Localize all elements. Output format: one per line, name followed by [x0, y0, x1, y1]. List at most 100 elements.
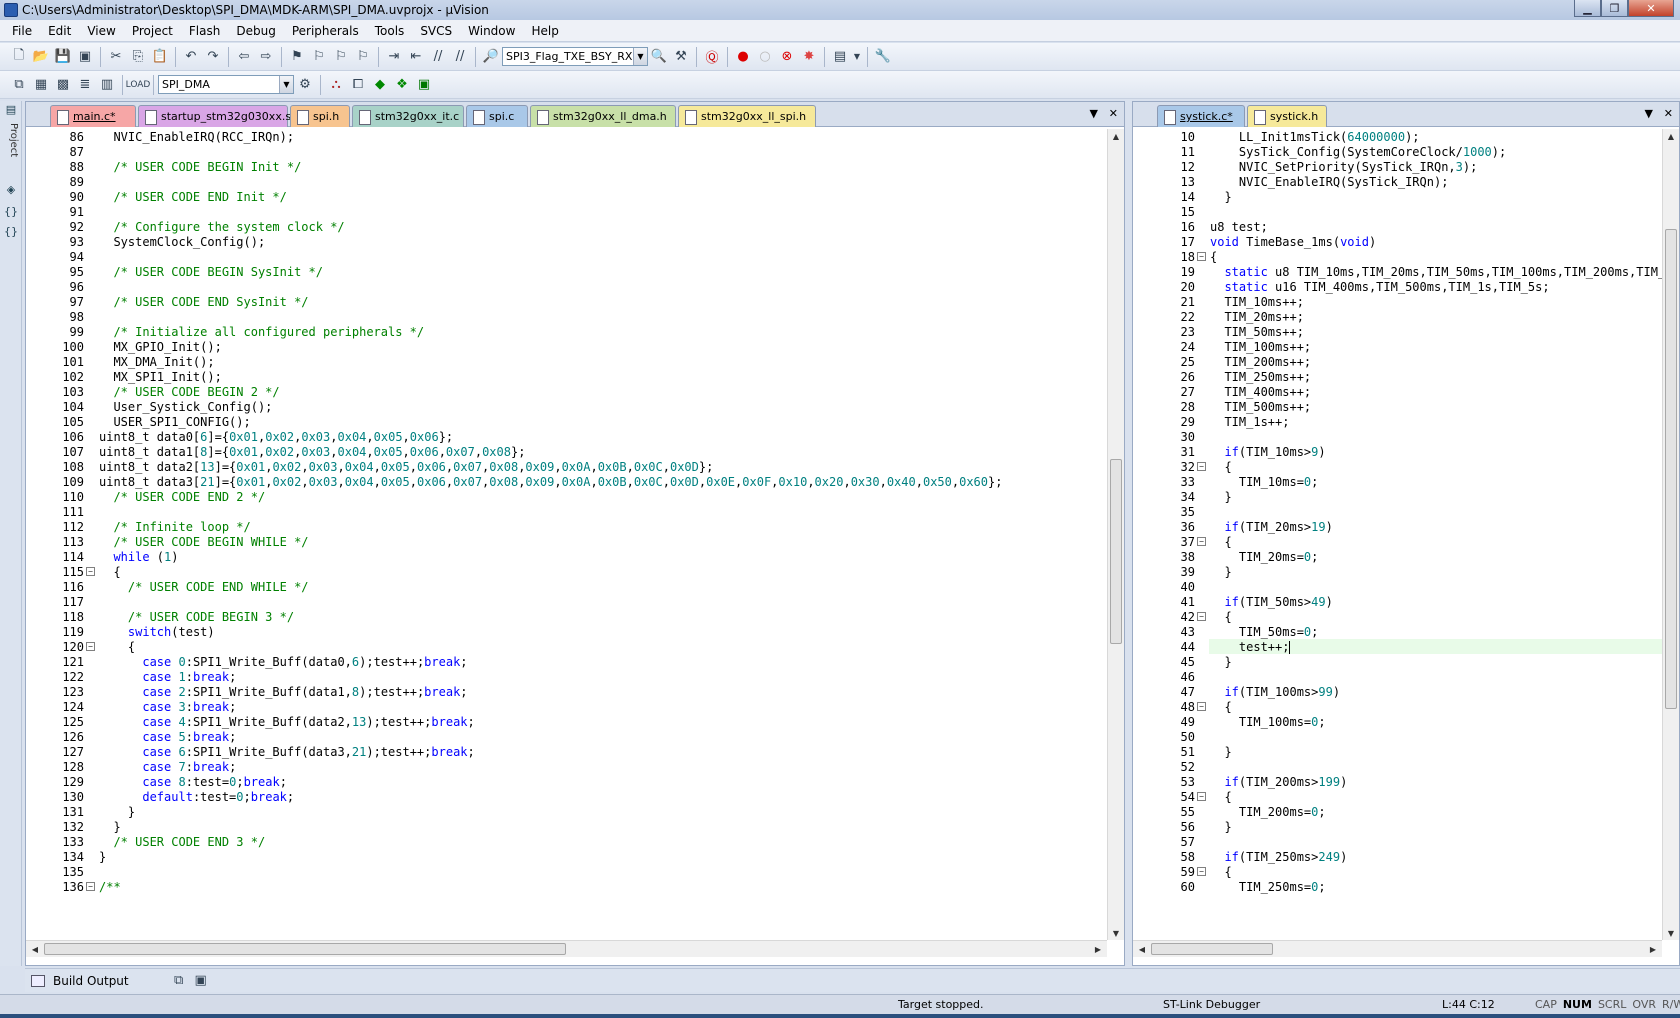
code-line[interactable]: uint8_t data0[6]={0x01,0x02,0x03,0x04,0x… — [99, 429, 453, 445]
tab-systick-h[interactable]: systick.h — [1247, 105, 1327, 127]
scrollbar-thumb[interactable] — [44, 943, 566, 955]
find-in-files-icon[interactable]: 🔎 — [481, 47, 501, 67]
code-editor[interactable]: 10 LL_Init1msTick(64000000); 11 SysTick_C… — [1133, 129, 1662, 940]
code-line[interactable]: TIM_250ms++; — [1210, 369, 1311, 385]
menu-flash[interactable]: Flash — [181, 24, 228, 38]
code-line[interactable]: TIM_20ms++; — [1210, 309, 1303, 325]
code-line[interactable]: TIM_10ms++; — [1210, 294, 1303, 310]
scroll-left-icon[interactable]: ◀ — [1135, 942, 1149, 956]
menu-tools[interactable]: Tools — [367, 24, 413, 38]
batch-build-icon[interactable]: ≣ — [75, 75, 95, 95]
fold-toggle-icon[interactable]: − — [1197, 252, 1206, 261]
code-line[interactable]: /* USER CODE END SysInit */ — [99, 294, 308, 310]
tab-systick-c[interactable]: systick.c* — [1157, 105, 1245, 127]
comment-icon[interactable]: // — [428, 47, 448, 67]
tab-startup-stm32g030xx-s[interactable]: startup_stm32g030xx.s — [138, 105, 291, 127]
code-line[interactable]: NVIC_EnableIRQ(SysTick_IRQn); — [1210, 174, 1449, 190]
code-line[interactable]: } — [1210, 189, 1231, 205]
code-line[interactable]: /* USER CODE END Init */ — [99, 189, 286, 205]
configure-icon[interactable]: 🔧 — [873, 47, 893, 67]
chevron-down-icon[interactable]: ▼ — [279, 76, 293, 93]
code-line[interactable]: while (1) — [99, 549, 178, 565]
code-line[interactable]: /** — [99, 879, 121, 895]
fold-toggle-icon[interactable]: − — [1197, 702, 1206, 711]
browser-output-icon[interactable]: ▣ — [191, 971, 211, 991]
target-options-icon[interactable]: ⚙ — [295, 75, 315, 95]
code-line[interactable]: /* USER CODE BEGIN SysInit */ — [99, 264, 323, 280]
paste-icon[interactable]: 📋 — [150, 47, 170, 67]
code-line[interactable]: TIM_200ms++; — [1210, 354, 1311, 370]
code-line[interactable]: /* USER CODE END 3 */ — [99, 834, 265, 850]
new-file-icon[interactable]: 🗋 — [9, 47, 29, 67]
code-line[interactable]: switch(test) — [99, 624, 215, 640]
run-time-env-icon[interactable]: ❖ — [392, 75, 412, 95]
chevron-down-icon[interactable]: ▼ — [633, 48, 647, 65]
code-line[interactable]: /* USER CODE BEGIN WHILE */ — [99, 534, 308, 550]
code-line[interactable]: { — [1210, 789, 1231, 805]
code-line[interactable]: if(TIM_10ms>9) — [1210, 444, 1325, 460]
manage-components-icon[interactable]: ⧠ — [348, 75, 368, 95]
tab-stm32g0xx-ll-spi-h[interactable]: stm32g0xx_ll_spi.h — [678, 105, 816, 127]
copy-icon[interactable]: ⎘ — [128, 47, 148, 67]
navigate-forward-icon[interactable]: ⇨ — [256, 47, 276, 67]
code-line[interactable]: uint8_t data1[8]={0x01,0x02,0x03,0x04,0x… — [99, 444, 525, 460]
find-icon[interactable]: ⚒ — [671, 47, 691, 67]
menu-window[interactable]: Window — [460, 24, 523, 38]
code-line[interactable]: { — [99, 639, 135, 655]
code-line[interactable]: } — [1210, 489, 1231, 505]
code-editor[interactable]: 86 NVIC_EnableIRQ(RCC_IRQn); 87 88 /* USER… — [26, 129, 1107, 940]
code-line[interactable]: case 6:SPI1_Write_Buff(data3,21);test++;… — [99, 744, 474, 760]
code-line[interactable]: case 1:break; — [99, 669, 236, 685]
code-line[interactable]: SystemClock_Config(); — [99, 234, 265, 250]
code-line[interactable]: { — [1210, 249, 1217, 265]
pack-installer-icon[interactable]: ▣ — [414, 75, 434, 95]
open-file-icon[interactable]: 📂 — [31, 47, 51, 67]
code-line[interactable]: /* Initialize all configured peripherals… — [99, 324, 424, 340]
incremental-find-icon[interactable]: 🔍 — [649, 47, 669, 67]
stop-build-icon[interactable]: ▥ — [97, 75, 117, 95]
next-bookmark-icon[interactable]: ⚐ — [331, 47, 351, 67]
code-line[interactable]: void TimeBase_1ms(void) — [1210, 234, 1376, 250]
code-line[interactable]: uint8_t data2[13]={0x01,0x02,0x03,0x04,0… — [99, 459, 713, 475]
scroll-up-icon[interactable]: ▲ — [1109, 129, 1123, 143]
download-icon[interactable]: LOAD — [126, 75, 151, 95]
close-icon[interactable]: ✕ — [1109, 107, 1118, 120]
code-line[interactable]: TIM_200ms=0; — [1210, 804, 1326, 820]
code-line[interactable]: { — [1210, 699, 1231, 715]
menu-help[interactable]: Help — [523, 24, 566, 38]
tab-main-c[interactable]: main.c* — [50, 105, 136, 127]
code-line[interactable]: LL_Init1msTick(64000000); — [1210, 129, 1420, 145]
build-icon[interactable]: ▦ — [31, 75, 51, 95]
undo-icon[interactable]: ↶ — [181, 47, 201, 67]
scroll-down-icon[interactable]: ▼ — [1664, 926, 1678, 940]
code-line[interactable]: } — [1210, 654, 1231, 670]
code-line[interactable]: { — [1210, 864, 1231, 880]
project-side-tab[interactable]: Project — [3, 123, 19, 171]
code-line[interactable]: TIM_50ms++; — [1210, 324, 1303, 340]
translate-icon[interactable]: ⧉ — [9, 75, 29, 95]
code-line[interactable]: SysTick_Config(SystemCoreClock/1000); — [1210, 144, 1506, 160]
navigate-back-icon[interactable]: ⇦ — [234, 47, 254, 67]
code-line[interactable]: User_Systick_Config(); — [99, 399, 272, 415]
fold-toggle-icon[interactable]: − — [1197, 612, 1206, 621]
tab-spi-h[interactable]: spi.h — [290, 105, 350, 127]
code-line[interactable]: { — [1210, 534, 1231, 550]
code-line[interactable]: NVIC_SetPriority(SysTick_IRQn,3); — [1210, 159, 1477, 175]
code-line[interactable]: } — [99, 819, 120, 835]
scroll-left-icon[interactable]: ◀ — [28, 942, 42, 956]
scroll-up-icon[interactable]: ▲ — [1664, 129, 1678, 143]
menu-view[interactable]: View — [79, 24, 123, 38]
code-line[interactable]: TIM_250ms=0; — [1210, 879, 1326, 895]
code-line[interactable]: MX_SPI1_Init(); — [99, 369, 221, 385]
code-line[interactable]: MX_GPIO_Init(); — [99, 339, 221, 355]
code-line[interactable]: } — [1210, 564, 1231, 580]
target-combo[interactable]: SPI_DMA ▼ — [158, 75, 294, 94]
code-line[interactable]: test++; — [1210, 639, 1291, 655]
code-line[interactable]: TIM_100ms++; — [1210, 339, 1311, 355]
code-line[interactable]: MX_DMA_Init(); — [99, 354, 214, 370]
code-line[interactable]: USER_SPI1_CONFIG(); — [99, 414, 250, 430]
menu-peripherals[interactable]: Peripherals — [284, 24, 367, 38]
code-line[interactable]: case 8:test=0;break; — [99, 774, 287, 790]
menu-project[interactable]: Project — [124, 24, 181, 38]
functions-icon[interactable]: {} — [3, 205, 19, 221]
